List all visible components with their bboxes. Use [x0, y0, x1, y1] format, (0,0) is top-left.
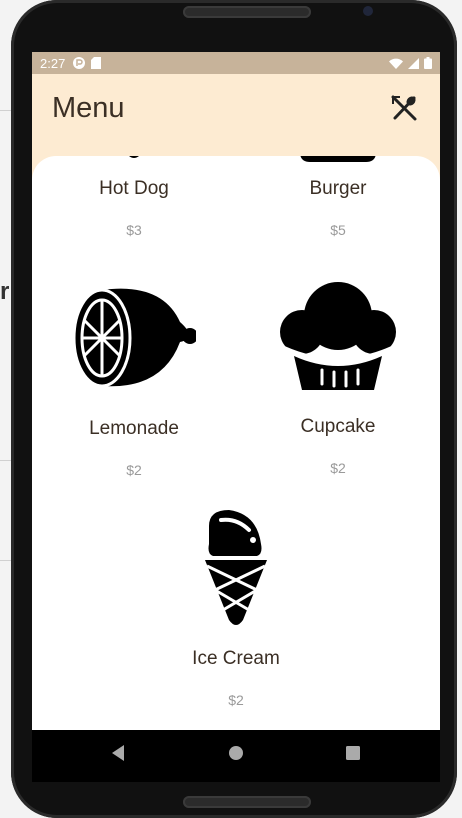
- app-screen: 2:27 Menu Hot Dog $3 Burger $5 Lemonade …: [32, 52, 440, 782]
- item-price: $2: [126, 462, 142, 478]
- app-bar: Menu: [32, 74, 440, 156]
- signal-icon: [408, 57, 419, 69]
- item-price: $5: [330, 222, 346, 238]
- wifi-icon: [389, 58, 403, 69]
- menu-item-burger[interactable]: Burger $5: [236, 156, 440, 238]
- item-name: Ice Cream: [192, 648, 280, 669]
- system-nav-bar: [32, 730, 440, 782]
- status-bar: 2:27: [32, 52, 440, 74]
- background-partial-text: r: [0, 278, 10, 305]
- lemon-icon: [72, 288, 196, 388]
- status-time: 2:27: [40, 55, 66, 71]
- item-name: Hot Dog: [99, 178, 169, 199]
- home-icon[interactable]: [228, 744, 244, 762]
- menu-item-cupcake[interactable]: Cupcake $2: [236, 280, 440, 476]
- item-name: Burger: [309, 178, 367, 199]
- item-name: Lemonade: [89, 418, 179, 439]
- menu-item-lemonade[interactable]: Lemonade $2: [32, 286, 236, 478]
- phone-speaker-bottom: [183, 796, 311, 808]
- item-price: $2: [330, 460, 346, 476]
- sd-card-icon: [91, 57, 102, 69]
- hot-dog-icon: [129, 156, 139, 158]
- menu-item-hot-dog[interactable]: Hot Dog $3: [32, 156, 236, 238]
- phone-camera: [363, 6, 373, 16]
- phone-speaker: [183, 6, 311, 18]
- battery-icon: [424, 57, 432, 69]
- spoon-fork-icon[interactable]: [390, 94, 418, 122]
- item-name: Cupcake: [300, 416, 376, 437]
- item-price: $2: [228, 692, 244, 708]
- menu-sheet[interactable]: Hot Dog $3 Burger $5 Lemonade $2 Cupcake…: [32, 156, 440, 782]
- back-icon[interactable]: [110, 744, 126, 762]
- burger-icon: [300, 156, 376, 162]
- menu-item-ice-cream[interactable]: Ice Cream $2: [134, 510, 338, 708]
- item-price: $3: [126, 222, 142, 238]
- cupcake-icon: [280, 282, 396, 390]
- page-title: Menu: [52, 92, 125, 124]
- recents-icon[interactable]: [345, 744, 361, 762]
- ice-cream-icon: [205, 510, 267, 625]
- app-notification-icon: [73, 57, 86, 69]
